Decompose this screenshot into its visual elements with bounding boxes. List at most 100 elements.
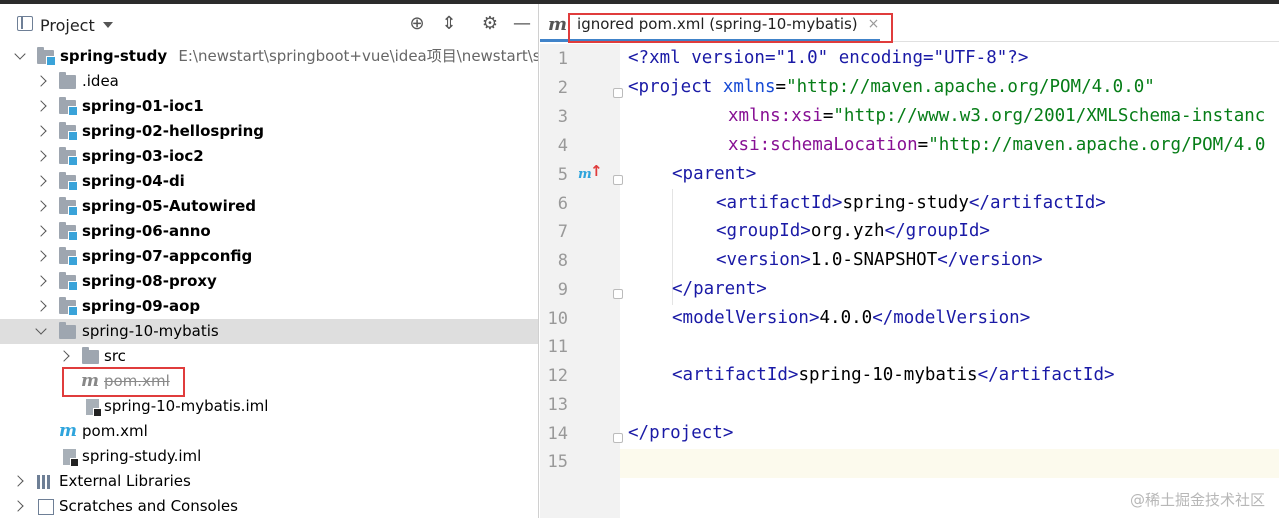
module-label: spring-01-ioc1 [82,97,204,115]
line-number: 14 [547,424,568,444]
tree-module-row[interactable]: spring-01-ioc1 [0,94,538,119]
tree-item-src[interactable]: src [0,344,538,369]
chevron-down-icon[interactable] [14,48,26,60]
chevron-right-icon[interactable] [35,175,47,187]
module-label: spring-07-appconfig [82,247,253,265]
tree-item-root-iml[interactable]: spring-study.iml [0,444,538,469]
module-folder-icon [59,297,78,316]
code-line-5: <parent> [672,164,757,184]
tree-module-row[interactable]: spring-07-appconfig [0,244,538,269]
code-line-12: <artifactId>spring-10-mybatis</artifactI… [672,365,1115,385]
watermark: @稀土掘金技术社区 [1129,491,1265,509]
chevron-right-icon[interactable] [35,200,47,212]
module-label: spring-02-hellospring [82,122,265,140]
module-folder-icon [59,247,78,266]
line-number: 9 [557,280,568,300]
iml-file-icon [63,449,79,467]
tree-module-row[interactable]: spring-08-proxy [0,269,538,294]
folder-icon [82,347,99,364]
maven-icon: m [81,371,99,391]
code-line-3: xmlns:xsi="http://www.w3.org/2001/XMLSch… [728,106,1266,126]
tree-item-module-iml[interactable]: spring-10-mybatis.iml [0,394,538,419]
module-label: spring-10-mybatis [82,322,219,340]
line-number: 13 [547,395,568,415]
tree-module-row[interactable]: spring-05-Autowired [0,194,538,219]
editor-pane: m ignored pom.xml (spring-10-mybatis) × … [540,4,1279,518]
code-line-2: <project xmlns="http://maven.apache.org/… [628,77,1155,97]
module-label: spring-04-di [82,172,185,190]
project-panel-header: Project ⊕ ⇕ ⚙ — [0,4,538,42]
chevron-right-icon[interactable] [35,250,47,262]
chevron-right-icon[interactable] [35,150,47,162]
chevron-right-icon[interactable] [35,275,47,287]
collapse-icon[interactable]: ⇕ [439,14,459,34]
tree-item-label: External Libraries [59,472,191,490]
chevron-down-icon[interactable] [103,22,113,28]
tree-item-root-pom[interactable]: m pom.xml [0,419,538,444]
code-line-9: </parent> [672,279,767,299]
close-icon[interactable]: × [868,16,880,32]
chevron-right-icon[interactable] [35,125,47,137]
tree-item-external-libraries[interactable]: External Libraries [0,469,538,494]
chevron-right-icon[interactable] [35,225,47,237]
chevron-down-icon[interactable] [35,323,47,335]
line-number: 1 [557,49,568,69]
folder-icon [59,72,76,89]
tree-item-label: pom.xml [104,372,170,390]
tree-item-ignored-pom[interactable]: m pom.xml [0,369,538,394]
tree-item-scratches[interactable]: Scratches and Consoles [0,494,538,518]
chevron-right-icon[interactable] [35,300,47,312]
line-number: 8 [557,251,568,271]
tree-module-row[interactable]: spring-09-aop [0,294,538,319]
editor-tab[interactable]: m ignored pom.xml (spring-10-mybatis) × [548,10,879,38]
chevron-right-icon[interactable] [12,475,24,487]
module-folder-icon [59,197,78,216]
module-folder-icon [59,172,78,191]
locate-icon[interactable]: ⊕ [407,14,427,34]
code-line-14: </project> [628,423,734,443]
maven-icon: m [548,13,568,35]
code-line-4: xsi:schemaLocation="http://maven.apache.… [728,135,1266,155]
line-number: 12 [547,366,568,386]
iml-file-icon [86,399,102,417]
tree-module-selected[interactable]: spring-10-mybatis [0,319,538,344]
module-label: spring-08-proxy [82,272,217,290]
tree-item-label: spring-study.iml [82,447,202,465]
folder-icon [59,322,76,339]
tab-label: ignored pom.xml (spring-10-mybatis) [577,15,858,33]
module-folder-icon [37,47,56,66]
line-number: 2 [557,78,568,98]
tree-module-row[interactable]: spring-02-hellospring [0,119,538,144]
arrow-up-icon[interactable]: ↑ [590,162,603,180]
code-line-1: <?xml version="1.0" encoding="UTF-8"?> [628,48,1029,68]
tree-item-label: pom.xml [82,422,148,440]
code-area[interactable]: <?xml version="1.0" encoding="UTF-8"?> <… [620,44,1279,518]
tree-module-row[interactable]: spring-04-di [0,169,538,194]
line-number: 15 [547,452,568,472]
chevron-right-icon[interactable] [35,75,47,87]
library-icon [37,475,54,489]
tree-item-label: Scratches and Consoles [59,497,238,515]
module-folder-icon [59,97,78,116]
chevron-right-icon[interactable] [58,350,70,362]
line-number: 5 [557,165,568,185]
chevron-right-icon[interactable] [12,500,24,512]
chevron-right-icon[interactable] [35,100,47,112]
module-label: spring-03-ioc2 [82,147,204,165]
root-label: spring-study [60,47,168,65]
minimize-icon[interactable]: — [512,14,532,34]
tree-root-spring-study[interactable]: spring-study E:\newstart\springboot+vue\… [0,44,539,69]
panel-title[interactable]: Project [40,16,95,35]
scratches-icon [38,499,54,515]
tree-module-row[interactable]: spring-03-ioc2 [0,144,538,169]
project-icon [17,16,33,31]
gear-icon[interactable]: ⚙ [480,14,500,34]
tree-item-idea[interactable]: .idea [0,69,538,94]
module-folder-icon [59,272,78,291]
tree-module-row[interactable]: spring-06-anno [0,219,538,244]
root-path: E:\newstart\springboot+vue\idea项目\newsta… [178,47,539,65]
current-line-highlight [620,449,1279,478]
editor-gutter: 1 2 3 4 5 6 7 8 9 10 11 12 13 14 15 m ↑ [540,44,623,518]
line-number: 7 [557,222,568,242]
tree-item-label: .idea [82,72,119,90]
